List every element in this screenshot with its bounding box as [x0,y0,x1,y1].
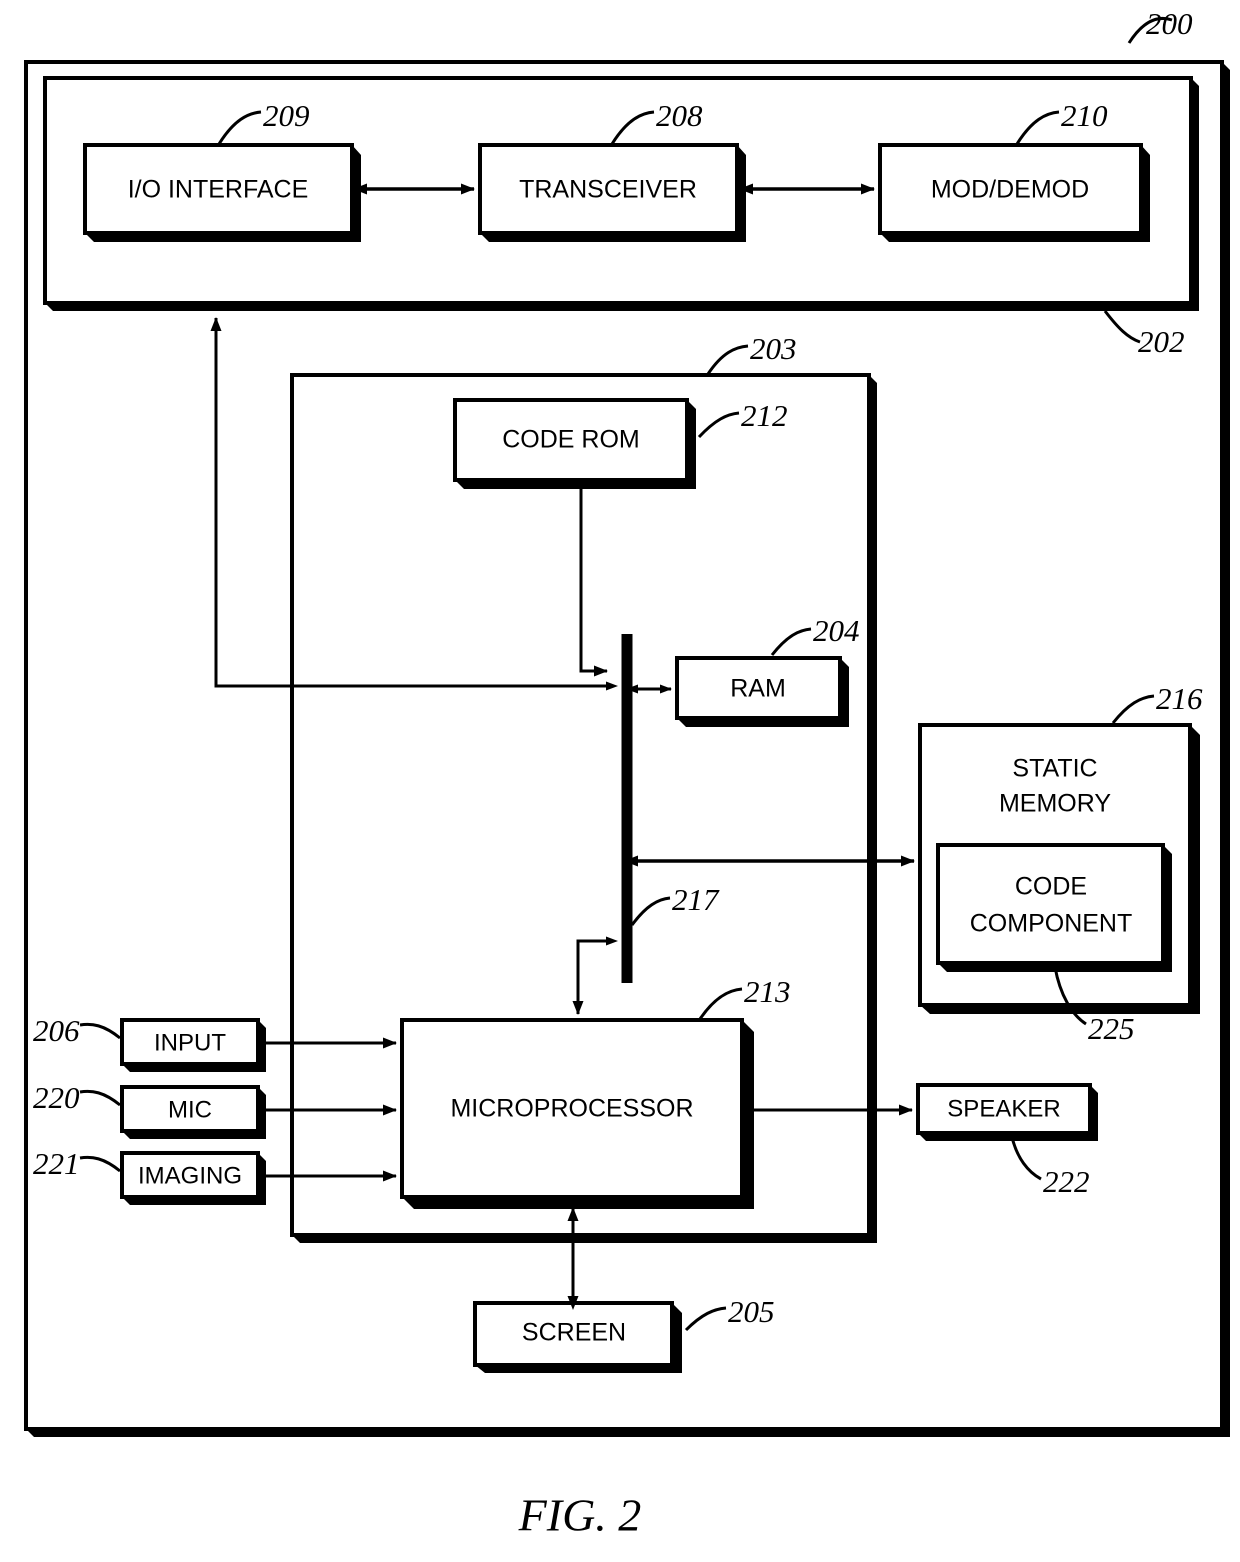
ref-label-213: 213 [744,974,791,1009]
mic-label: MIC [168,1096,212,1123]
ref-203-leader [706,344,749,375]
imaging-block[interactable]: IMAGING [120,1151,266,1205]
ref-206-leader [79,1022,121,1040]
ref-213-leader [698,987,743,1020]
static-memory-label-line2: MEMORY [999,790,1111,818]
ref-label-200: 200 [1146,6,1193,41]
ref-label-202: 202 [1138,324,1185,359]
code-rom-label: CODE ROM [502,426,640,454]
ref-label-222: 222 [1043,1164,1090,1199]
io-interface-block[interactable]: I/O INTERFACE [83,143,361,242]
io-interface-label: I/O INTERFACE [128,176,309,204]
code-component-label-line2: COMPONENT [970,910,1133,938]
mod-demod-block[interactable]: MOD/DEMOD [878,143,1150,242]
imaging-label: IMAGING [138,1162,242,1189]
ref-label-208: 208 [656,98,703,133]
ref-label-206: 206 [33,1013,80,1048]
code-component-block[interactable]: CODE COMPONENT [936,843,1172,972]
ref-label-205: 205 [728,1294,775,1329]
ref-216-leader [1111,694,1155,724]
code-component-label-line1: CODE [1015,873,1087,901]
speaker-block[interactable]: SPEAKER [916,1083,1098,1141]
ref-202-leader [1103,310,1141,344]
ref-220-leader [79,1089,121,1107]
microprocessor-block[interactable]: MICROPROCESSOR [400,1018,754,1209]
ram-block[interactable]: RAM [675,656,849,727]
ref-222-leader [1010,1136,1042,1181]
ref-label-220: 220 [33,1080,80,1115]
ref-205-leader [684,1306,727,1332]
input-block[interactable]: INPUT [120,1018,266,1072]
speaker-label: SPEAKER [947,1095,1060,1122]
ref-217-leader [630,896,671,926]
code-rom-block[interactable]: CODE ROM [453,398,696,489]
ref-label-203: 203 [750,331,797,366]
mod-demod-label: MOD/DEMOD [931,176,1089,204]
microprocessor-label: MICROPROCESSOR [450,1095,693,1123]
ref-label-212: 212 [741,398,788,433]
ref-label-225: 225 [1088,1011,1135,1046]
patent-figure-page: 200 202 I/O INTERFACE 209 TRANSCEIVER 20… [0,0,1240,1562]
ref-212-leader [697,411,740,439]
transceiver-block[interactable]: TRANSCEIVER [478,143,746,242]
static-memory-label-line1: STATIC [1012,755,1097,783]
screen-label: SCREEN [522,1319,626,1347]
ref-label-210: 210 [1061,98,1108,133]
input-label: INPUT [154,1029,226,1056]
ref-label-216: 216 [1156,681,1203,716]
ref-label-221: 221 [33,1146,80,1181]
ref-label-209: 209 [263,98,310,133]
ram-label: RAM [730,675,786,703]
ref-label-204: 204 [813,613,860,648]
transceiver-label: TRANSCEIVER [519,176,697,204]
ref-221-leader [79,1155,121,1173]
bus-to-microprocessor-link [572,936,618,1015]
ref-label-217: 217 [672,882,720,917]
ref-204-leader [770,627,812,656]
figure-canvas: 200 202 I/O INTERFACE 209 TRANSCEIVER 20… [24,6,1230,1541]
code-rom-to-bus-link [579,489,608,677]
figure-caption: FIG. 2 [518,1490,642,1541]
screen-block[interactable]: SCREEN [473,1301,682,1373]
mic-block[interactable]: MIC [120,1085,266,1139]
